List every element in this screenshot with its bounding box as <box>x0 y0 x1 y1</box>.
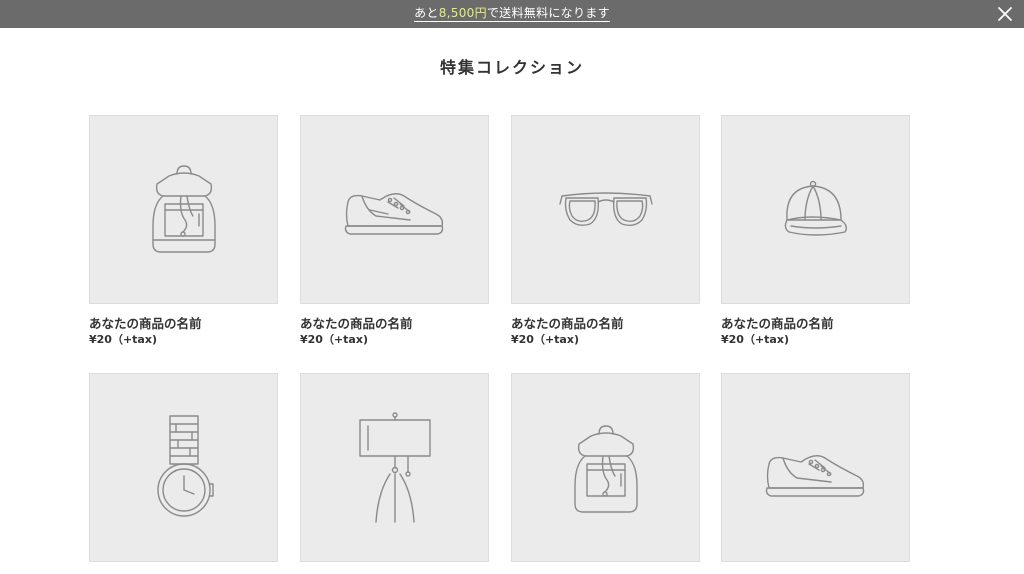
product-card <box>89 373 278 574</box>
product-price: ¥20（+tax) <box>300 333 368 346</box>
product-price: ¥20（+tax) <box>721 333 789 346</box>
cap-icon <box>784 180 847 236</box>
section-title: 特集コレクション <box>439 58 584 77</box>
banner-suffix: で送料無料になります <box>486 6 610 20</box>
product-name[interactable]: あなたの商品の名前 <box>511 316 700 331</box>
product-image[interactable] <box>89 115 278 304</box>
product-image[interactable] <box>511 373 700 562</box>
product-price: ¥20（+tax) <box>89 333 157 346</box>
close-icon[interactable] <box>996 5 1014 23</box>
watch-icon <box>156 415 214 517</box>
banner-amount: 8,500円 <box>438 6 487 20</box>
product-card: あなたの商品の名前 ¥20（+tax) <box>89 115 278 347</box>
lamp-icon <box>358 412 431 523</box>
banner-prefix: あと <box>414 6 439 20</box>
sneaker-icon <box>765 455 864 497</box>
product-name[interactable]: あなたの商品の名前 <box>300 316 489 331</box>
backpack-icon <box>151 164 216 253</box>
free-shipping-banner: あと8,500円で送料無料になります <box>0 0 1024 28</box>
product-card <box>511 373 700 574</box>
product-card <box>300 373 489 574</box>
backpack-icon <box>573 425 638 513</box>
product-image[interactable] <box>511 115 700 304</box>
product-price: ¥20（+tax) <box>511 333 579 346</box>
product-image[interactable] <box>300 373 489 562</box>
product-name[interactable]: あなたの商品の名前 <box>89 316 278 331</box>
sneaker-icon <box>344 192 443 235</box>
product-card <box>721 373 910 574</box>
product-image[interactable] <box>300 115 489 304</box>
product-name[interactable]: あなたの商品の名前 <box>721 316 910 331</box>
product-image[interactable] <box>721 115 910 304</box>
free-shipping-message[interactable]: あと8,500円で送料無料になります <box>414 6 610 22</box>
product-card: あなたの商品の名前 ¥20（+tax) <box>511 115 700 347</box>
product-card: あなたの商品の名前 ¥20（+tax) <box>721 115 910 347</box>
product-image[interactable] <box>721 373 910 562</box>
sunglasses-icon <box>558 191 653 226</box>
product-image[interactable] <box>89 373 278 562</box>
product-card: あなたの商品の名前 ¥20（+tax) <box>300 115 489 347</box>
